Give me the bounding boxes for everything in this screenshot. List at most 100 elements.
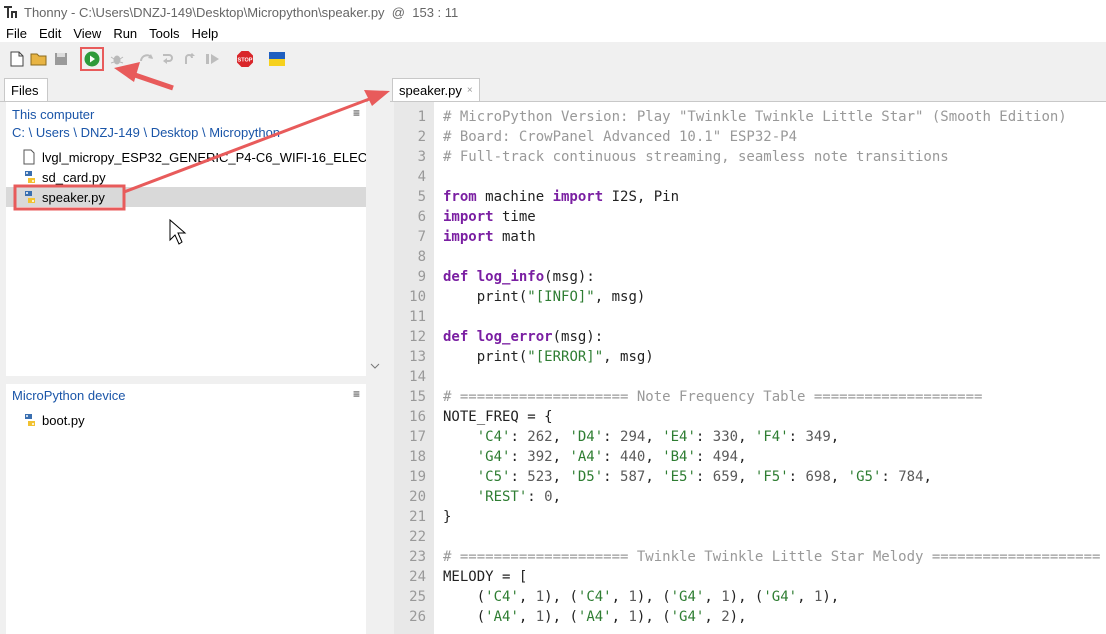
code-token: from bbox=[443, 189, 477, 205]
ukraine-flag-icon[interactable] bbox=[268, 50, 286, 68]
code-token: log_error bbox=[476, 329, 553, 345]
code-line[interactable]: 'C4': 262, 'D4': 294, 'E4': 330, 'F4': 3… bbox=[443, 427, 840, 447]
line-number: 12 bbox=[409, 329, 426, 345]
step-over-icon bbox=[138, 50, 156, 68]
code-line[interactable]: # ==================== Note Frequency Ta… bbox=[443, 387, 982, 407]
code-token: : bbox=[603, 429, 621, 445]
code-token: MELODY = [ bbox=[443, 569, 528, 585]
stop-icon[interactable]: STOP bbox=[236, 50, 254, 68]
code-line[interactable]: # ==================== Twinkle Twinkle L… bbox=[443, 547, 1100, 567]
device-menu-icon[interactable]: ≡ bbox=[353, 387, 360, 401]
file-row-selected[interactable]: speaker.py bbox=[6, 187, 366, 207]
code-token: 'G5' bbox=[847, 469, 882, 485]
line-number: 10 bbox=[409, 289, 426, 305]
run-icon[interactable] bbox=[80, 47, 104, 71]
code-token: , bbox=[738, 449, 747, 465]
line-number: 26 bbox=[409, 609, 426, 625]
open-folder-icon[interactable] bbox=[30, 50, 48, 68]
line-number: 6 bbox=[417, 209, 426, 225]
code-token: # Board: CrowPanel Advanced 10.1" ESP32-… bbox=[443, 129, 798, 145]
code-line[interactable]: 'C5': 523, 'D5': 587, 'E5': 659, 'F5': 6… bbox=[443, 467, 932, 487]
line-number: 3 bbox=[417, 149, 426, 165]
code-token: math bbox=[493, 229, 536, 245]
code-token: , bbox=[923, 469, 932, 485]
code-editor[interactable]: 1 2 3 4 5 6 7 8 9 10 11 12 13 14 15 16 17 18 19 20 21 22 23 24 2… bbox=[394, 102, 1106, 634]
current-path[interactable]: C: \ Users \ DNZJ-149 \ Desktop \ Microp… bbox=[12, 125, 292, 140]
code-token: 349 bbox=[805, 429, 831, 445]
code-token: "[ERROR]" bbox=[527, 349, 604, 365]
stop-label: STOP bbox=[238, 58, 253, 64]
code-line[interactable]: 'G4': 392, 'A4': 440, 'B4': 494, bbox=[443, 447, 747, 467]
code-line[interactable]: } bbox=[443, 507, 451, 527]
code-line[interactable]: # Board: CrowPanel Advanced 10.1" ESP32-… bbox=[443, 127, 797, 147]
this-computer-menu-icon[interactable]: ≡ bbox=[353, 106, 360, 120]
menu-run[interactable]: Run bbox=[107, 26, 143, 41]
line-number: 7 bbox=[417, 229, 426, 245]
code-token: : bbox=[510, 469, 528, 485]
code-token: # ==================== Twinkle Twinkle L… bbox=[443, 549, 1101, 565]
code-line[interactable]: ('A4', 1), ('A4', 1), ('G4', 2), bbox=[443, 607, 747, 627]
menu-file[interactable]: File bbox=[0, 26, 33, 41]
tab-files[interactable]: Files bbox=[4, 78, 48, 101]
file-row[interactable]: lvgl_micropy_ESP32_GENERIC_P4-C6_WIFI-16… bbox=[6, 147, 366, 167]
code-token: : bbox=[603, 469, 621, 485]
line-number: 5 bbox=[417, 189, 426, 205]
code-token: 1 bbox=[628, 589, 637, 605]
code-line[interactable]: NOTE_FREQ = { bbox=[443, 407, 553, 427]
code-token: import bbox=[552, 189, 604, 205]
save-icon[interactable] bbox=[52, 50, 70, 68]
line-number: 11 bbox=[409, 309, 426, 325]
code-line[interactable]: import math bbox=[443, 227, 536, 247]
window-title: Thonny - C:\Users\DNZJ-149\Desktop\Micro… bbox=[24, 5, 458, 20]
code-line[interactable]: MELODY = [ bbox=[443, 567, 527, 587]
menu-tools[interactable]: Tools bbox=[143, 26, 185, 41]
code-token: 2 bbox=[721, 609, 730, 625]
code-token: : bbox=[695, 429, 713, 445]
menu-edit[interactable]: Edit bbox=[33, 26, 67, 41]
code-token: 'E5' bbox=[662, 469, 696, 485]
file-row[interactable]: boot.py bbox=[6, 410, 366, 430]
code-token: ( bbox=[443, 589, 486, 605]
line-number: 1 bbox=[417, 109, 426, 125]
code-line[interactable]: def log_error(msg): bbox=[443, 327, 603, 347]
file-row[interactable]: sd_card.py bbox=[6, 167, 366, 187]
code-token: , bbox=[552, 489, 562, 505]
tab-speaker-py[interactable]: speaker.py × bbox=[392, 78, 480, 101]
code-line[interactable]: import time bbox=[443, 207, 536, 227]
code-line[interactable]: print("[INFO]", msg) bbox=[443, 287, 646, 307]
files-scrollbar[interactable] bbox=[368, 102, 382, 376]
code-token: , msg) bbox=[594, 289, 646, 305]
code-token: "[INFO]" bbox=[527, 289, 595, 305]
line-number: 4 bbox=[417, 169, 426, 185]
code-token: 'A4' bbox=[577, 609, 612, 625]
code-line[interactable]: 'REST': 0, bbox=[443, 487, 561, 507]
code-token: , bbox=[797, 589, 814, 605]
menu-view[interactable]: View bbox=[67, 26, 107, 41]
menu-help[interactable]: Help bbox=[186, 26, 225, 41]
code-token: , bbox=[738, 429, 755, 445]
thonny-logo-icon bbox=[4, 5, 18, 19]
new-file-icon[interactable] bbox=[8, 50, 26, 68]
code-token: 'D5' bbox=[569, 469, 604, 485]
code-line[interactable]: # Full-track continuous streaming, seaml… bbox=[443, 147, 949, 167]
code-token: 523 bbox=[527, 469, 553, 485]
code-token: print( bbox=[443, 349, 528, 365]
code-token: 'C4' bbox=[577, 589, 612, 605]
file-name: boot.py bbox=[42, 412, 85, 428]
code-token: ), ( bbox=[729, 589, 764, 605]
resume-icon bbox=[204, 50, 222, 68]
code-token: # ==================== Note Frequency Ta… bbox=[443, 389, 983, 405]
code-token: , bbox=[518, 609, 536, 625]
line-number: 22 bbox=[409, 529, 426, 545]
code-line[interactable]: # MicroPython Version: Play "Twinkle Twi… bbox=[443, 107, 1067, 127]
code-line[interactable]: from machine import I2S, Pin bbox=[443, 187, 679, 207]
cursor-position: 153 : 11 bbox=[412, 4, 459, 20]
tab-close-icon[interactable]: × bbox=[467, 85, 473, 96]
code-line[interactable]: def log_info(msg): bbox=[443, 267, 595, 287]
code-token: 'C5' bbox=[476, 469, 511, 485]
code-line[interactable]: ('C4', 1), ('C4', 1), ('G4', 1), ('G4', … bbox=[443, 587, 840, 607]
code-line[interactable]: print("[ERROR]", msg) bbox=[443, 347, 654, 367]
code-token: 1 bbox=[721, 589, 730, 605]
